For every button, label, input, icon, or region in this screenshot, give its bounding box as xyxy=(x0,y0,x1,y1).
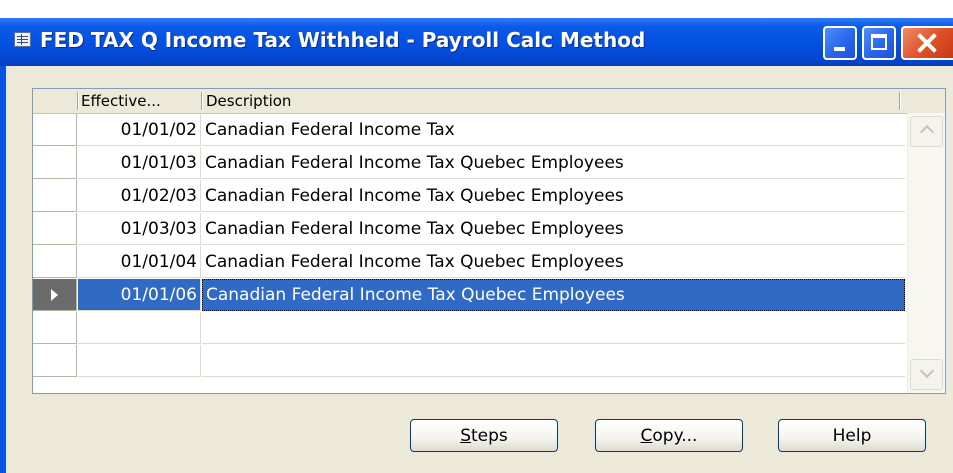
column-separator[interactable] xyxy=(201,92,202,110)
maximize-button[interactable] xyxy=(862,26,896,60)
row-selector[interactable] xyxy=(33,114,77,146)
dialog-body: Effective... Description 01/01/02 Canadi… xyxy=(6,66,953,473)
table-row[interactable]: 01/01/02 Canadian Federal Income Tax xyxy=(33,114,945,147)
row-selector[interactable] xyxy=(33,345,77,377)
description-cell[interactable]: Canadian Federal Income Tax Quebec Emplo… xyxy=(202,279,905,311)
dialog-window: FED TAX Q Income Tax Withheld - Payroll … xyxy=(0,18,953,473)
close-button[interactable] xyxy=(901,26,953,60)
description-cell[interactable]: Canadian Federal Income Tax Quebec Emplo… xyxy=(202,246,905,278)
table-row-selected[interactable]: 01/01/06 Canadian Federal Income Tax Que… xyxy=(33,279,945,312)
table-row[interactable]: 01/01/04 Canadian Federal Income Tax Que… xyxy=(33,246,945,279)
column-header-description[interactable]: Description xyxy=(206,89,806,113)
row-selector[interactable] xyxy=(33,312,77,344)
table-row[interactable]: 01/01/03 Canadian Federal Income Tax Que… xyxy=(33,147,945,180)
scroll-up-icon[interactable] xyxy=(910,116,943,147)
minimize-button[interactable] xyxy=(823,26,857,60)
effective-date-cell[interactable]: 01/01/02 xyxy=(78,114,201,146)
row-selector[interactable] xyxy=(33,180,77,212)
table-row-empty[interactable] xyxy=(33,312,945,345)
description-cell[interactable]: Canadian Federal Income Tax Quebec Emplo… xyxy=(202,147,905,179)
description-cell[interactable]: Canadian Federal Income Tax Quebec Emplo… xyxy=(202,213,905,245)
window-title: FED TAX Q Income Tax Withheld - Payroll … xyxy=(40,28,646,52)
effective-date-cell[interactable]: 01/01/03 xyxy=(78,147,201,179)
description-cell[interactable] xyxy=(202,345,905,377)
row-pointer-icon xyxy=(51,289,58,301)
effective-date-cell[interactable]: 01/01/04 xyxy=(78,246,201,278)
description-cell[interactable] xyxy=(202,312,905,344)
calc-method-grid[interactable]: Effective... Description 01/01/02 Canadi… xyxy=(32,88,946,394)
title-bar[interactable]: FED TAX Q Income Tax Withheld - Payroll … xyxy=(0,18,953,66)
grid-header: Effective... Description xyxy=(33,89,945,114)
table-row[interactable]: 01/03/03 Canadian Federal Income Tax Que… xyxy=(33,213,945,246)
steps-label: teps xyxy=(471,426,508,446)
steps-button[interactable]: Steps xyxy=(410,419,558,452)
column-separator[interactable] xyxy=(899,92,900,110)
effective-date-cell[interactable]: 01/03/03 xyxy=(78,213,201,245)
copy-button[interactable]: Copy... xyxy=(595,419,743,452)
description-cell[interactable]: Canadian Federal Income Tax xyxy=(202,114,905,146)
row-selector[interactable] xyxy=(33,213,77,245)
table-row[interactable]: 01/02/03 Canadian Federal Income Tax Que… xyxy=(33,180,945,213)
effective-date-cell[interactable]: 01/01/06 xyxy=(78,279,201,311)
row-selector[interactable] xyxy=(33,279,77,311)
steps-mnemonic: S xyxy=(460,426,471,446)
copy-mnemonic: C xyxy=(640,426,653,446)
effective-date-cell[interactable] xyxy=(78,312,201,344)
table-row-empty[interactable] xyxy=(33,345,945,378)
vertical-scrollbar[interactable] xyxy=(907,113,945,393)
description-cell[interactable]: Canadian Federal Income Tax Quebec Emplo… xyxy=(202,180,905,212)
app-icon[interactable] xyxy=(14,32,31,47)
effective-date-cell[interactable] xyxy=(78,345,201,377)
effective-date-cell[interactable]: 01/02/03 xyxy=(78,180,201,212)
row-selector[interactable] xyxy=(33,147,77,179)
row-selector[interactable] xyxy=(33,246,77,278)
copy-label: opy... xyxy=(652,426,698,446)
column-separator[interactable] xyxy=(77,92,78,110)
help-button[interactable]: Help xyxy=(778,419,926,452)
scroll-down-icon[interactable] xyxy=(910,359,943,390)
column-header-effective-date[interactable]: Effective... xyxy=(81,89,199,113)
